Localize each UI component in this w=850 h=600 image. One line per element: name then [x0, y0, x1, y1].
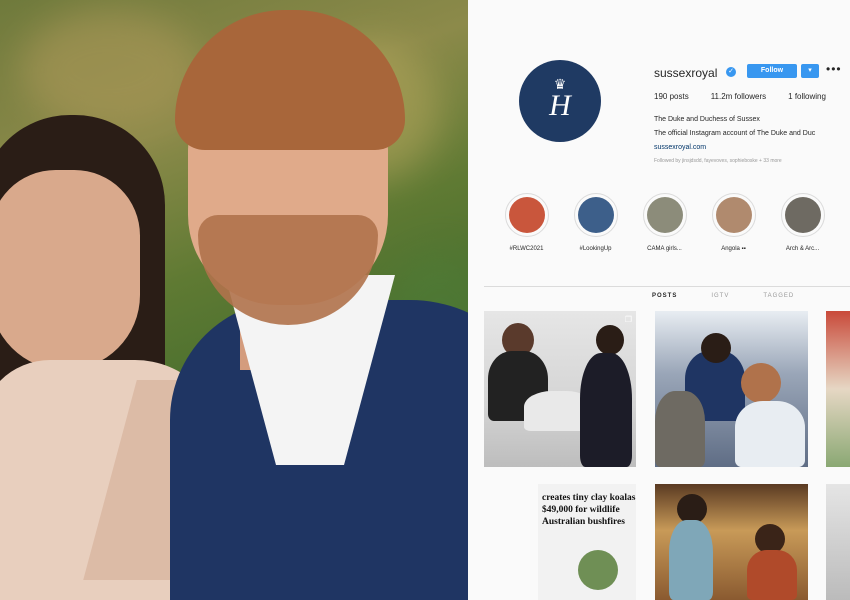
tab-igtv[interactable]: IGTV: [711, 293, 729, 299]
highlight-item[interactable]: #RLWC2021: [492, 193, 561, 252]
suggested-dropdown-button[interactable]: ▾: [801, 64, 819, 78]
post-figure: [735, 401, 805, 467]
profile-username: sussexroyal: [654, 66, 718, 80]
post-thumbnail[interactable]: [826, 311, 850, 467]
highlight-image: [784, 197, 821, 233]
verified-badge-icon: ✓: [726, 67, 736, 77]
highlight-image: [715, 197, 752, 233]
headline-line: Australian bushfires: [542, 517, 625, 527]
highlight-cover[interactable]: [504, 193, 549, 237]
profile-avatar[interactable]: ♛ H: [519, 60, 601, 142]
bio-name: The Duke and Duchess of Sussex: [654, 116, 760, 123]
highlight-item[interactable]: Angola ▪▪: [699, 193, 768, 252]
post-thumbnail[interactable]: ❐: [484, 311, 636, 467]
highlight-label: Arch & Arc...: [785, 246, 820, 252]
post-figure: [580, 353, 632, 467]
highlight-item[interactable]: #LookingUp: [561, 193, 630, 252]
post-figure: [701, 333, 731, 363]
profile-stats: 190 posts 11.2m followers 1 following: [654, 92, 826, 101]
tab-posts[interactable]: POSTS: [652, 293, 677, 299]
profile-bio: The Duke and Duchess of Sussex The offic…: [654, 113, 815, 155]
post-figure: [741, 363, 781, 403]
highlight-label: #RLWC2021: [509, 246, 544, 252]
post-figure: [747, 550, 797, 600]
bio-text: The official Instagram account of The Du…: [654, 130, 816, 137]
highlight-cover[interactable]: [573, 193, 618, 237]
highlight-cover[interactable]: [642, 193, 687, 237]
woman-face: [0, 170, 140, 370]
highlight-cover[interactable]: [711, 193, 756, 237]
monogram-icon: H: [549, 89, 571, 122]
headline-line: creates tiny clay koalas: [542, 493, 636, 503]
post-figure: [596, 325, 624, 355]
couple-photo: [0, 0, 468, 600]
posts-count[interactable]: 190 posts: [654, 92, 689, 101]
tabs-divider: [484, 286, 850, 287]
options-icon[interactable]: •••: [826, 62, 842, 76]
highlight-cover[interactable]: [780, 193, 825, 237]
follow-button[interactable]: Follow: [747, 64, 797, 78]
highlight-image: [646, 197, 683, 233]
highlight-label: CAMA girls...: [647, 246, 682, 252]
highlight-item[interactable]: CAMA girls...: [630, 193, 699, 252]
bio-link[interactable]: sussexroyal.com: [654, 141, 815, 155]
post-thumbnail[interactable]: creates tiny clay koalas $49,000 for wil…: [538, 484, 636, 600]
post-thumbnail[interactable]: [655, 484, 808, 600]
highlight-image: [508, 197, 545, 233]
post-thumbnail[interactable]: [655, 311, 808, 467]
highlight-item[interactable]: Arch & Arc...: [768, 193, 837, 252]
man-hair: [175, 10, 405, 150]
highlight-label: #LookingUp: [579, 246, 612, 252]
profile-tabs: POSTS IGTV TAGGED: [652, 293, 794, 299]
following-count[interactable]: 1 following: [788, 92, 826, 101]
followed-by-text[interactable]: Followed by jinsjdsdd, fayevoves, sophie…: [654, 158, 782, 164]
post-thumbnail[interactable]: [826, 484, 850, 600]
post-figure: [655, 391, 705, 467]
multi-photo-icon: ❐: [624, 315, 632, 324]
highlight-label: Angola ▪▪: [721, 246, 746, 252]
post-headline: creates tiny clay koalas $49,000 for wil…: [542, 492, 636, 528]
headline-line: $49,000 for wildlife: [542, 505, 620, 515]
tab-tagged[interactable]: TAGGED: [763, 293, 794, 299]
post-figure: [578, 550, 618, 590]
followers-count[interactable]: 11.2m followers: [711, 92, 766, 101]
story-highlights: #RLWC2021 #LookingUp CAMA girls... Angol…: [492, 193, 837, 252]
background-bokeh: [20, 10, 200, 130]
post-figure: [669, 520, 713, 600]
highlight-image: [577, 197, 614, 233]
